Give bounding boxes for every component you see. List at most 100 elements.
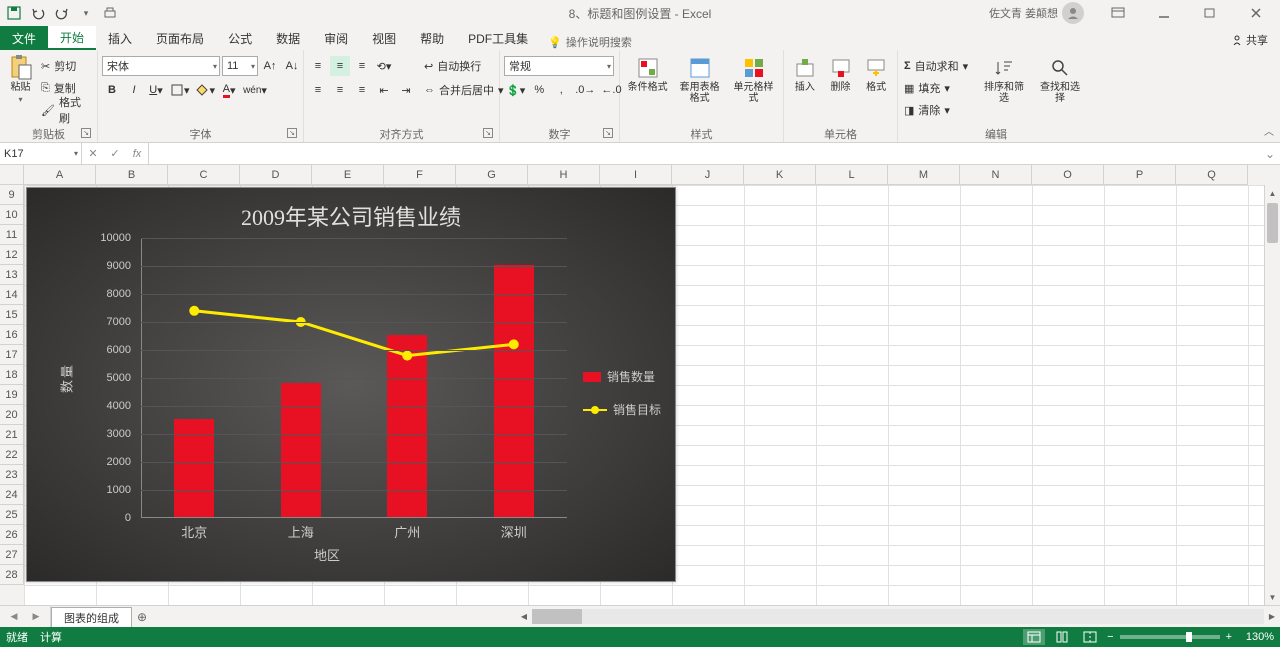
collapse-ribbon-icon[interactable]: ︿ (1262, 121, 1276, 140)
col-header-G[interactable]: G (456, 165, 528, 185)
increase-decimal-icon[interactable]: .0→ (573, 80, 597, 100)
row-header-19[interactable]: 19 (0, 385, 24, 405)
find-select-button[interactable]: 查找和选择 (1034, 52, 1086, 108)
tab-formulas[interactable]: 公式 (216, 26, 264, 50)
cell-styles-button[interactable]: 单元格样式 (728, 52, 779, 108)
enter-formula-icon[interactable]: ✓ (104, 144, 126, 164)
underline-button[interactable]: U▾ (146, 80, 166, 100)
chart-legend[interactable]: 销售数量 销售目标 (583, 368, 661, 434)
row-header-28[interactable]: 28 (0, 565, 24, 585)
row-header-23[interactable]: 23 (0, 465, 24, 485)
increase-indent-icon[interactable]: ⇥ (396, 80, 416, 100)
fill-button[interactable]: ▦填充▾ (902, 78, 962, 98)
page-layout-view-icon[interactable] (1051, 629, 1073, 645)
embedded-chart[interactable]: 2009年某公司销售业绩 数量 010002000300040005000600… (26, 187, 676, 582)
row-header-24[interactable]: 24 (0, 485, 24, 505)
zoom-slider[interactable] (1120, 635, 1220, 639)
tab-file[interactable]: 文件 (0, 26, 48, 50)
conditional-format-button[interactable]: 条件格式 (624, 52, 671, 97)
tab-view[interactable]: 视图 (360, 26, 408, 50)
col-header-B[interactable]: B (96, 165, 168, 185)
row-header-25[interactable]: 25 (0, 505, 24, 525)
x-category-label[interactable]: 北京 (181, 522, 207, 541)
col-header-E[interactable]: E (312, 165, 384, 185)
format-as-table-button[interactable]: 套用表格格式 (673, 52, 726, 108)
row-header-13[interactable]: 13 (0, 265, 24, 285)
row-header-27[interactable]: 27 (0, 545, 24, 565)
tab-pdf-tools[interactable]: PDF工具集 (456, 26, 540, 50)
col-header-C[interactable]: C (168, 165, 240, 185)
align-left-icon[interactable]: ≡ (308, 80, 328, 100)
col-header-H[interactable]: H (528, 165, 600, 185)
col-header-A[interactable]: A (24, 165, 96, 185)
hscroll-thumb[interactable] (532, 609, 582, 624)
font-size-combo[interactable]: 11 (222, 56, 258, 76)
row-header-17[interactable]: 17 (0, 345, 24, 365)
col-header-Q[interactable]: Q (1176, 165, 1248, 185)
tab-review[interactable]: 审阅 (312, 26, 360, 50)
row-header-14[interactable]: 14 (0, 285, 24, 305)
sheet-next-icon[interactable]: ▶ (26, 607, 46, 627)
expand-formula-bar-icon[interactable]: ⌄ (1260, 143, 1280, 164)
x-category-label[interactable]: 上海 (288, 522, 314, 541)
cut-button[interactable]: ✂剪切 (39, 56, 93, 76)
col-header-D[interactable]: D (240, 165, 312, 185)
tab-data[interactable]: 数据 (264, 26, 312, 50)
border-button[interactable]: ▾ (168, 80, 192, 100)
decrease-indent-icon[interactable]: ⇤ (374, 80, 394, 100)
col-header-N[interactable]: N (960, 165, 1032, 185)
align-bottom-icon[interactable]: ≡ (352, 56, 372, 76)
row-header-11[interactable]: 11 (0, 225, 24, 245)
row-header-26[interactable]: 26 (0, 525, 24, 545)
italic-button[interactable]: I (124, 80, 144, 100)
x-category-label[interactable]: 深圳 (501, 522, 527, 541)
formula-input[interactable] (149, 143, 1260, 164)
clear-button[interactable]: ◨清除▾ (902, 100, 962, 120)
bar-上海[interactable] (281, 383, 321, 517)
sheet-prev-icon[interactable]: ◀ (4, 607, 24, 627)
select-all-triangle[interactable] (0, 165, 24, 185)
tab-insert[interactable]: 插入 (96, 26, 144, 50)
zoom-out-button[interactable]: − (1107, 631, 1113, 643)
sort-filter-button[interactable]: 排序和筛选 (978, 52, 1030, 108)
cancel-formula-icon[interactable]: ✕ (82, 144, 104, 164)
row-header-12[interactable]: 12 (0, 245, 24, 265)
col-header-I[interactable]: I (600, 165, 672, 185)
col-header-O[interactable]: O (1032, 165, 1104, 185)
new-sheet-button[interactable]: ⊕ (132, 606, 152, 627)
delete-cells-button[interactable]: 删除 (824, 52, 858, 97)
row-header-18[interactable]: 18 (0, 365, 24, 385)
vscroll-thumb[interactable] (1267, 203, 1278, 243)
ribbon-display-options-icon[interactable] (1098, 1, 1138, 25)
print-preview-icon[interactable] (100, 3, 120, 23)
comma-format-icon[interactable]: , (551, 80, 571, 100)
paste-button[interactable]: 粘贴 ▾ (4, 52, 37, 108)
bold-button[interactable]: B (102, 80, 122, 100)
zoom-thumb[interactable] (1186, 632, 1192, 642)
col-header-M[interactable]: M (888, 165, 960, 185)
redo-icon[interactable] (52, 3, 72, 23)
font-color-button[interactable]: A▾ (219, 80, 239, 100)
alignment-dialog-launcher[interactable]: ↘ (483, 128, 493, 138)
scroll-left-icon[interactable]: ◀ (516, 606, 532, 627)
align-right-icon[interactable]: ≡ (352, 80, 372, 100)
phonetic-button[interactable]: wén▾ (241, 80, 269, 100)
col-header-F[interactable]: F (384, 165, 456, 185)
scroll-right-icon[interactable]: ▶ (1264, 606, 1280, 627)
legend-entry-bars[interactable]: 销售数量 (583, 368, 661, 385)
bar-深圳[interactable] (494, 265, 534, 517)
legend-entry-line[interactable]: 销售目标 (583, 401, 661, 418)
y-axis-title[interactable]: 数量 (57, 363, 76, 393)
col-header-K[interactable]: K (744, 165, 816, 185)
row-header-20[interactable]: 20 (0, 405, 24, 425)
row-header-9[interactable]: 9 (0, 185, 24, 205)
cells-area[interactable]: 2009年某公司销售业绩 数量 010002000300040005000600… (24, 185, 1264, 605)
percent-format-icon[interactable]: % (529, 80, 549, 100)
wrap-text-button[interactable]: ↩自动换行 (422, 56, 500, 76)
maximize-button[interactable] (1190, 1, 1230, 25)
normal-view-icon[interactable] (1023, 629, 1045, 645)
y-axis[interactable]: 0100020003000400050006000700080009000100… (87, 238, 137, 518)
tab-home[interactable]: 开始 (48, 26, 96, 50)
orientation-icon[interactable]: ⟲▾ (374, 56, 394, 76)
font-name-combo[interactable]: 宋体 (102, 56, 220, 76)
